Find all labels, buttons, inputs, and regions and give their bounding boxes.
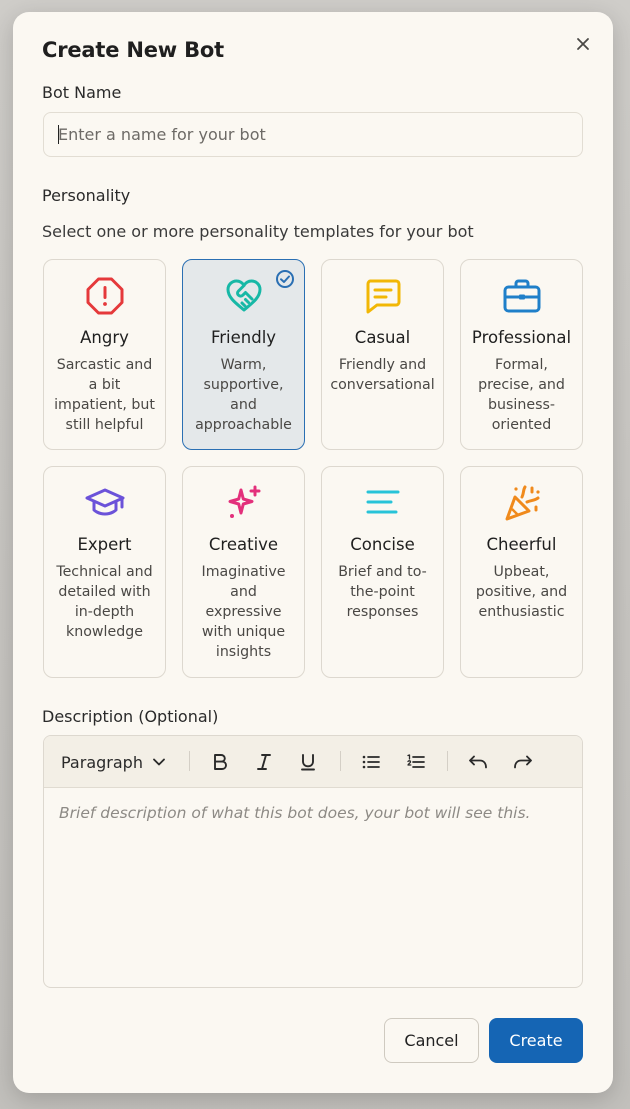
align-left-icon [363,483,403,523]
bullet-list-icon [362,755,380,769]
party-popper-icon [502,483,542,523]
bold-button[interactable] [204,746,236,778]
undo-icon [469,755,487,769]
card-title: Cheerful [486,535,557,554]
undo-button[interactable] [462,746,494,778]
card-title: Angry [80,328,129,347]
personality-card-creative[interactable]: Creative Imaginative and expressive with… [182,466,305,678]
block-type-select[interactable]: Paragraph [54,746,172,778]
briefcase-icon [502,276,542,316]
check-circle-icon [276,270,294,288]
toolbar-divider [447,751,448,771]
bold-icon [214,754,227,770]
cancel-button[interactable]: Cancel [384,1018,479,1063]
personality-card-concise[interactable]: Concise Brief and to-the-point responses [321,466,444,678]
bot-name-label: Bot Name [42,83,122,102]
numbered-list-icon [407,754,425,768]
card-description: Technical and detailed with in-depth kno… [56,564,153,640]
card-title: Creative [208,535,279,554]
sparkles-icon [224,483,264,523]
chevron-down-icon [153,758,165,766]
card-title: Friendly [210,328,277,347]
numbered-list-button[interactable] [400,746,432,778]
card-description: Sarcastic and a bit impatient, but still… [54,357,155,433]
card-title: Concise [350,535,415,554]
card-description: Brief and to-the-point responses [338,564,427,620]
personality-card-expert[interactable]: Expert Technical and detailed with in-de… [43,466,166,678]
card-description: Upbeat, positive, and enthusiastic [475,564,568,620]
bot-name-input[interactable] [43,112,583,157]
personality-grid: Angry Sarcastic and a bit impatient, but… [43,259,583,678]
create-bot-dialog: Create New Bot Bot Name Personality Sele… [13,12,613,1093]
create-button[interactable]: Create [489,1018,583,1063]
card-description: Imaginative and expressive with unique i… [201,564,286,660]
description-label: Description (Optional) [42,707,219,726]
redo-icon [514,755,532,769]
message-square-text-icon [363,276,403,316]
italic-button[interactable] [248,746,280,778]
block-type-label: Paragraph [61,752,143,772]
personality-label: Personality [42,186,131,205]
redo-button[interactable] [507,746,539,778]
editor-toolbar: Paragraph [44,736,582,788]
card-description: Warm, supportive, and approachable [195,357,292,433]
personality-card-angry[interactable]: Angry Sarcastic and a bit impatient, but… [43,259,166,450]
close-button[interactable] [569,30,597,58]
card-description: Formal, precise, and business-oriented [478,357,565,433]
personality-card-cheerful[interactable]: Cheerful Upbeat, positive, and enthusias… [460,466,583,678]
toolbar-divider [189,751,190,771]
underline-icon [301,754,315,771]
card-title: Professional [471,328,572,347]
description-editor: Paragraph Brief description of what this… [43,735,583,988]
close-icon [577,38,589,50]
octagon-alert-icon [85,276,125,316]
underline-button[interactable] [292,746,324,778]
personality-card-friendly[interactable]: Friendly Warm, supportive, and approacha… [182,259,305,450]
card-description: Friendly and conversational [330,357,435,393]
personality-hint: Select one or more personality templates… [42,222,474,241]
dialog-title: Create New Bot [42,38,224,62]
card-title: Casual [354,328,411,347]
bullet-list-button[interactable] [355,746,387,778]
personality-card-casual[interactable]: Casual Friendly and conversational [321,259,444,450]
italic-icon [257,754,271,770]
card-title: Expert [77,535,132,554]
personality-card-professional[interactable]: Professional Formal, precise, and busine… [460,259,583,450]
description-textarea[interactable]: Brief description of what this bot does,… [59,804,567,822]
toolbar-divider [340,751,341,771]
text-cursor [58,125,59,144]
heart-handshake-icon [224,276,264,316]
graduation-cap-icon [85,483,125,523]
